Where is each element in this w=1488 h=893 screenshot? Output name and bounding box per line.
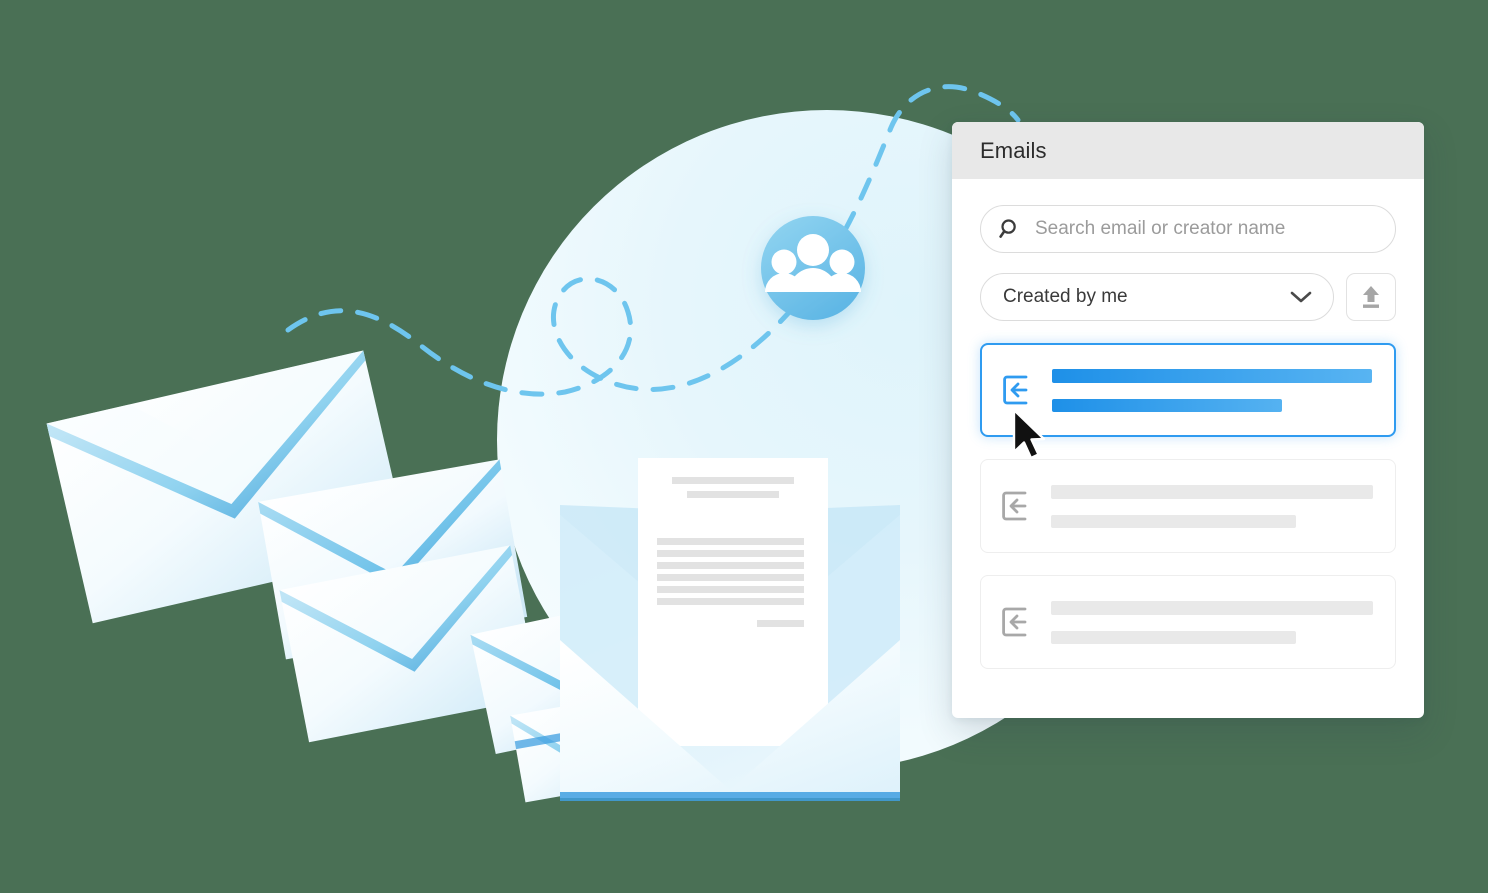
list-item-title-placeholder bbox=[1052, 368, 1372, 383]
search-placeholder: Search email or creator name bbox=[1035, 218, 1286, 239]
list-item[interactable] bbox=[980, 575, 1396, 669]
filter-row: Created by me bbox=[980, 273, 1396, 321]
created-by-dropdown[interactable]: Created by me bbox=[980, 273, 1334, 321]
list-item-subtitle-placeholder bbox=[1051, 630, 1296, 644]
email-list bbox=[980, 343, 1396, 669]
panel-header: Emails bbox=[952, 122, 1424, 179]
list-item-subtitle-placeholder bbox=[1052, 398, 1283, 412]
page-title: Emails bbox=[980, 137, 1047, 163]
list-item-content bbox=[1052, 368, 1372, 412]
list-item-subtitle-placeholder bbox=[1051, 514, 1296, 528]
emails-panel: Emails Search email or creator name Crea… bbox=[952, 122, 1424, 718]
list-item-title-placeholder bbox=[1051, 484, 1373, 499]
list-item[interactable] bbox=[980, 343, 1396, 437]
chevron-down-icon bbox=[1290, 291, 1312, 303]
inbox-arrow-icon bbox=[1002, 607, 1027, 637]
list-item[interactable] bbox=[980, 459, 1396, 553]
panel-body: Search email or creator name Created by … bbox=[952, 179, 1424, 669]
search-input[interactable]: Search email or creator name bbox=[980, 205, 1396, 253]
list-item-title-placeholder bbox=[1051, 600, 1373, 615]
inbox-arrow-icon bbox=[1002, 491, 1027, 521]
inbox-arrow-icon bbox=[1003, 375, 1028, 405]
search-icon bbox=[999, 219, 1016, 238]
list-item-content bbox=[1051, 484, 1373, 528]
upload-button[interactable] bbox=[1346, 273, 1396, 321]
list-item-content bbox=[1051, 600, 1373, 644]
upload-icon bbox=[1363, 286, 1379, 308]
dropdown-selected-label: Created by me bbox=[1003, 286, 1128, 307]
illustration-stage: Emails Search email or creator name Crea… bbox=[0, 0, 1488, 893]
